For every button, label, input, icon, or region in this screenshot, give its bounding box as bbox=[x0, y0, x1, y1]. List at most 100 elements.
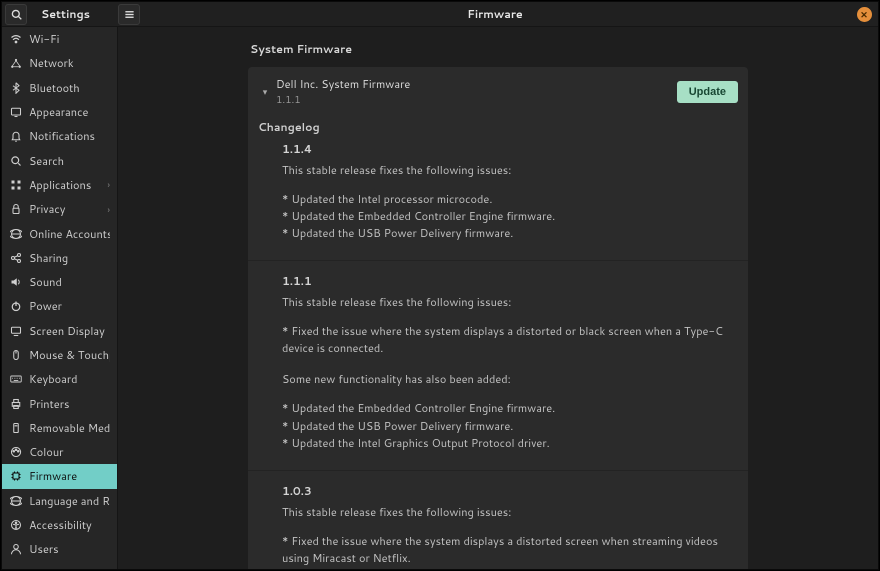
close-icon: ✕ bbox=[860, 8, 868, 21]
sidebar-item-label: Bluetooth bbox=[29, 80, 110, 96]
changelog-line: * Updated the Intel processor microcode. bbox=[282, 191, 738, 208]
display-icon bbox=[9, 324, 22, 337]
sidebar-item-label: Accessibility bbox=[29, 517, 110, 533]
sidebar-item-accessibility[interactable]: Accessibility bbox=[2, 513, 117, 537]
sidebar-item-firmware[interactable]: Firmware bbox=[2, 464, 117, 488]
sidebar-item-notifications[interactable]: Notifications bbox=[2, 124, 117, 148]
bluetooth-icon bbox=[9, 81, 22, 94]
sidebar-item-keyboard[interactable]: Keyboard bbox=[2, 367, 117, 391]
sidebar-item-label: Wi-Fi bbox=[29, 31, 110, 47]
online-accounts-icon bbox=[9, 227, 22, 240]
sidebar-item-mouse-touchpad[interactable]: Mouse & Touchpad bbox=[2, 343, 117, 367]
sidebar-item-power[interactable]: Power bbox=[2, 294, 117, 318]
changelog-intro: This stable release fixes the following … bbox=[282, 162, 738, 179]
sidebar-item-sound[interactable]: Sound bbox=[2, 270, 117, 294]
sidebar-item-users[interactable]: Users bbox=[2, 537, 117, 561]
sidebar-item-language-and-region[interactable]: Language and Region bbox=[2, 489, 117, 513]
sidebar-item-label: Screen Display bbox=[29, 323, 110, 339]
section-title: System Firmware bbox=[248, 41, 748, 57]
colour-icon bbox=[9, 446, 22, 459]
sidebar-item-label: Applications bbox=[29, 177, 108, 193]
firmware-icon bbox=[9, 470, 22, 483]
search-icon bbox=[9, 154, 22, 167]
changelog-added-intro: Some new functionality has also been add… bbox=[282, 371, 738, 388]
removable-media-icon bbox=[9, 421, 22, 434]
sidebar-item-label: Mouse & Touchpad bbox=[29, 347, 110, 363]
changelog-version: 1.1.1 bbox=[282, 273, 738, 290]
hamburger-icon bbox=[124, 9, 135, 20]
search-icon bbox=[11, 9, 22, 20]
sidebar-item-label: Notifications bbox=[29, 128, 110, 144]
network-icon bbox=[9, 57, 22, 70]
firmware-version: 1.1.1 bbox=[276, 93, 677, 107]
firmware-header[interactable]: ▾ Dell Inc. System Firmware 1.1.1 Update bbox=[248, 67, 748, 115]
changelog-intro: This stable release fixes the following … bbox=[282, 504, 738, 521]
sidebar-item-wi-fi[interactable]: Wi-Fi bbox=[2, 27, 117, 51]
sidebar-item-label: Firmware bbox=[29, 468, 110, 484]
sidebar: Wi-Fi Network Bluetooth Appearance Notificat… bbox=[2, 27, 118, 569]
power-icon bbox=[9, 300, 22, 313]
sidebar-item-label: Network bbox=[29, 55, 110, 71]
sidebar-item-label: Removable Media bbox=[29, 420, 110, 436]
sidebar-item-label: Privacy bbox=[29, 201, 108, 217]
changelog-version: 1.0.3 bbox=[282, 483, 738, 500]
sidebar-item-screen-display[interactable]: Screen Display bbox=[2, 319, 117, 343]
keyboard-icon bbox=[9, 373, 22, 386]
chevron-down-icon: ▾ bbox=[258, 85, 272, 98]
sidebar-item-label: Keyboard bbox=[29, 371, 110, 387]
firmware-card: ▾ Dell Inc. System Firmware 1.1.1 Update… bbox=[248, 67, 748, 569]
titlebar: Settings Firmware ✕ bbox=[2, 2, 878, 27]
changelog-version: 1.1.4 bbox=[282, 141, 738, 158]
language-icon bbox=[9, 494, 22, 507]
sidebar-item-label: Printers bbox=[29, 396, 110, 412]
sidebar-item-label: Power bbox=[29, 298, 110, 314]
sidebar-item-search[interactable]: Search bbox=[2, 148, 117, 172]
sidebar-item-label: Search bbox=[29, 153, 110, 169]
changelog-line: * Fixed the issue where the system displ… bbox=[282, 323, 738, 357]
chevron-right-icon: › bbox=[108, 203, 110, 216]
changelog-list: 1.1.4 This stable release fixes the follo… bbox=[248, 141, 748, 569]
changelog-entry: 1.1.1 This stable release fixes the follo… bbox=[248, 260, 748, 469]
changelog-heading: Changelog bbox=[248, 115, 748, 141]
changelog-entry: 1.1.4 This stable release fixes the follo… bbox=[248, 141, 748, 260]
chevron-right-icon: › bbox=[108, 178, 110, 191]
changelog-line: * Updated the USB Power Delivery firmwar… bbox=[282, 418, 738, 435]
sidebar-item-printers[interactable]: Printers bbox=[2, 391, 117, 415]
update-button[interactable]: Update bbox=[677, 81, 738, 103]
page-title: Firmware bbox=[140, 2, 850, 26]
changelog-intro: This stable release fixes the following … bbox=[282, 294, 738, 311]
changelog-line: * Updated the Intel Graphics Output Prot… bbox=[282, 435, 738, 452]
appearance-icon bbox=[9, 106, 22, 119]
sidebar-item-label: Sound bbox=[29, 274, 110, 290]
changelog-line: * Updated the Embedded Controller Engine… bbox=[282, 208, 738, 225]
close-button[interactable]: ✕ bbox=[857, 7, 872, 22]
main-content: System Firmware ▾ Dell Inc. System Firmw… bbox=[118, 27, 878, 569]
sidebar-item-label: Online Accounts bbox=[29, 226, 110, 242]
accessibility-icon bbox=[9, 519, 22, 532]
sidebar-item-online-accounts[interactable]: Online Accounts bbox=[2, 221, 117, 245]
menu-button[interactable] bbox=[118, 4, 140, 25]
notifications-icon bbox=[9, 130, 22, 143]
sidebar-item-appearance[interactable]: Appearance bbox=[2, 100, 117, 124]
changelog-line: * Updated the USB Power Delivery firmwar… bbox=[282, 225, 738, 242]
sidebar-item-removable-media[interactable]: Removable Media bbox=[2, 416, 117, 440]
sidebar-item-privacy[interactable]: Privacy› bbox=[2, 197, 117, 221]
sound-icon bbox=[9, 276, 22, 289]
sidebar-item-colour[interactable]: Colour bbox=[2, 440, 117, 464]
applications-icon bbox=[9, 178, 22, 191]
search-button[interactable] bbox=[5, 4, 27, 25]
sidebar-item-label: Language and Region bbox=[29, 493, 110, 509]
sidebar-item-label: Users bbox=[29, 541, 110, 557]
sidebar-item-sharing[interactable]: Sharing bbox=[2, 246, 117, 270]
privacy-icon bbox=[9, 203, 22, 216]
sidebar-item-network[interactable]: Network bbox=[2, 51, 117, 75]
changelog-line: * Fixed the issue where the system displ… bbox=[282, 533, 738, 567]
sidebar-item-applications[interactable]: Applications› bbox=[2, 173, 117, 197]
sidebar-item-label: Sharing bbox=[29, 250, 110, 266]
sidebar-item-label: Appearance bbox=[29, 104, 110, 120]
sidebar-item-bluetooth[interactable]: Bluetooth bbox=[2, 76, 117, 100]
wifi-icon bbox=[9, 33, 22, 46]
sidebar-item-label: Colour bbox=[29, 444, 110, 460]
sharing-icon bbox=[9, 251, 22, 264]
mouse-icon bbox=[9, 349, 22, 362]
